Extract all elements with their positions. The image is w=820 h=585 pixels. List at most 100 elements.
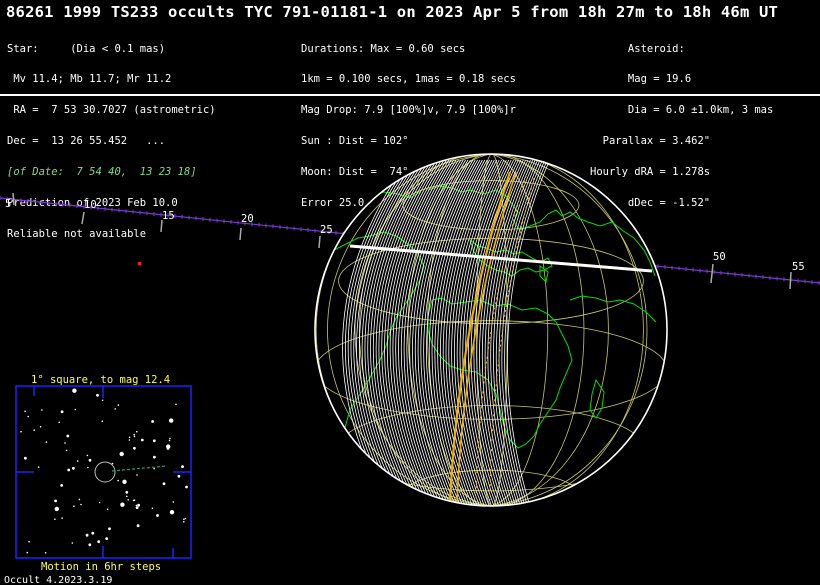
inset-star: [98, 501, 101, 504]
inset-star: [172, 501, 175, 503]
inset-star: [169, 510, 175, 515]
inset-star: [39, 426, 42, 428]
track-tick-label: 15: [162, 210, 175, 222]
inset-star: [78, 498, 81, 501]
track-tick: [81, 211, 85, 225]
inset-star: [117, 404, 120, 406]
inset-star: [27, 415, 30, 418]
inset-star: [101, 420, 104, 423]
inset-star: [117, 479, 119, 482]
inset-star: [135, 506, 139, 510]
inset-star: [60, 484, 64, 487]
inset-star: [88, 458, 92, 462]
inset-star: [24, 410, 26, 413]
earth-globe: [314, 153, 668, 507]
inset-star: [151, 420, 155, 423]
inset-star: [65, 449, 68, 452]
inset-star: [61, 517, 63, 519]
inset-star: [168, 439, 171, 442]
occultation-map: 86261 1999 TS233 occults TYC 791-01181-1…: [0, 0, 820, 585]
inset-star: [153, 467, 155, 470]
inset-star: [166, 447, 170, 450]
inset-star: [86, 454, 89, 457]
inset-star: [122, 479, 127, 484]
inset-star: [88, 543, 92, 547]
inset-star: [66, 434, 70, 438]
inset-star: [105, 537, 109, 540]
inset-star: [24, 456, 27, 460]
inset-star: [101, 399, 104, 402]
inset-star: [183, 518, 185, 520]
inset-star: [181, 465, 184, 469]
inset-star: [54, 506, 59, 512]
track-tick: [789, 271, 792, 290]
inset-star: [87, 466, 89, 469]
inset-star: [54, 499, 57, 503]
inset-star: [135, 504, 138, 507]
inset-star: [58, 421, 60, 424]
inset-star: [80, 503, 82, 506]
inset-star: [169, 437, 171, 440]
inset-star: [156, 514, 159, 517]
inset-star: [76, 460, 79, 462]
track-tick-label: 25: [320, 224, 333, 236]
track-tick-label: 55: [792, 261, 805, 273]
inset-star: [108, 527, 111, 531]
inset-star: [133, 446, 136, 450]
inset-star: [151, 507, 154, 510]
inset-star: [106, 508, 109, 511]
inset-star: [71, 542, 74, 544]
track-tick: [318, 235, 321, 249]
inset-star: [96, 393, 99, 397]
inset-star: [28, 540, 30, 543]
inset-frame: [15, 385, 192, 559]
inset-star: [26, 551, 29, 554]
inset-star: [60, 410, 64, 414]
track-tick: [710, 263, 714, 284]
inset-star: [128, 439, 131, 441]
inset-star: [120, 502, 125, 507]
inset-star: [85, 533, 89, 537]
inset-star: [184, 517, 187, 520]
inset-star: [20, 430, 22, 433]
inset-star: [137, 503, 141, 507]
track-tick-label: 20: [241, 213, 254, 225]
track-tick: [12, 192, 15, 206]
inset-star: [175, 403, 177, 406]
inset-star: [73, 505, 75, 508]
inset-footer: Motion in 6hr steps: [41, 561, 162, 573]
inset-star: [45, 441, 48, 443]
observer-marker: [138, 262, 141, 265]
track-tick-label: 10: [84, 199, 97, 211]
inset-star: [41, 409, 43, 411]
inset-star: [37, 466, 40, 468]
inset-star: [133, 433, 135, 436]
inset-star: [125, 490, 129, 494]
inset-star: [162, 482, 166, 486]
inset-star: [74, 408, 77, 411]
inset-star: [97, 540, 101, 544]
inset-star: [185, 485, 188, 489]
inset-star: [169, 418, 174, 423]
inset-star: [72, 466, 75, 470]
star-chart-inset: [15, 385, 192, 559]
inset-star: [126, 495, 128, 498]
inset-star: [136, 474, 138, 476]
inset-star: [133, 499, 136, 502]
inset-star: [183, 521, 185, 523]
track-tick-label: 50: [713, 251, 726, 263]
inset-title: 1° square, to mag 12.4: [31, 374, 171, 386]
inset-star: [177, 474, 181, 478]
inset-star: [136, 524, 140, 528]
inset-star: [64, 442, 66, 444]
inset-star: [153, 455, 156, 459]
track-tick: [239, 227, 242, 241]
inset-star: [128, 436, 131, 439]
inset-star: [119, 451, 124, 457]
inset-star: [114, 408, 116, 410]
globe-scene: 5 10 15 20 25 50 55: [0, 153, 820, 559]
inset-star: [136, 430, 138, 433]
inset-star: [152, 439, 156, 443]
track-tick-label: 5: [5, 198, 11, 210]
inset-star: [140, 438, 144, 442]
